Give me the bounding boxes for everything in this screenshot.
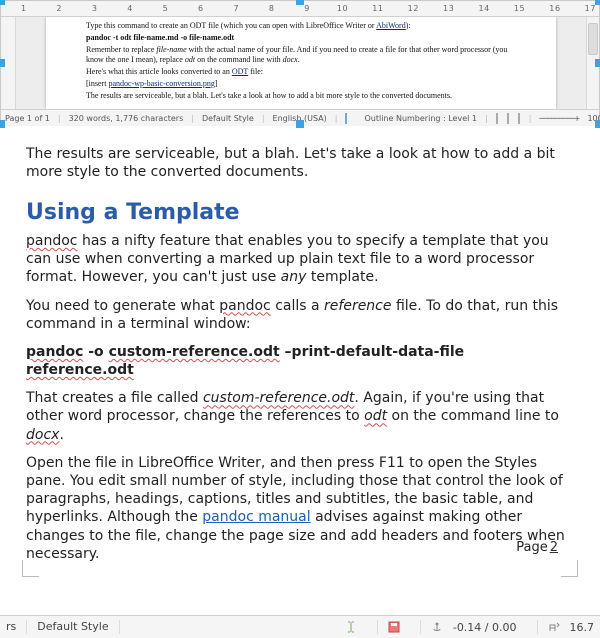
save-status-icon[interactable] [388,621,400,633]
embedded-page: Type this command to create an ODT file … [46,17,556,109]
text-cursor-icon[interactable] [345,621,357,633]
embedded-outline: Outline Numbering : Level 1 [364,114,477,123]
statusbar-style[interactable]: Default Style [37,620,119,634]
resize-handle[interactable] [595,120,600,128]
embedded-word-count: 320 words, 1,776 characters [69,114,184,123]
embedded-doc-area: Type this command to create an ODT file … [16,17,586,109]
resize-handle[interactable] [0,59,5,67]
paragraph[interactable]: Open the file in LibreOffice Writer, and… [26,454,574,563]
embedded-view-single-icon [496,113,498,124]
page-corner-mark [22,560,39,577]
statusbar-fragment: rs [6,620,27,634]
anchor-icon [431,621,443,633]
paragraph[interactable]: pandoc has a nifty feature that enables … [26,232,574,287]
paragraph[interactable]: You need to generate what pandoc calls a… [26,297,574,333]
heading-using-template[interactable]: Using a Template [26,199,574,228]
resize-handle[interactable] [595,59,600,67]
page-number: Page2 [516,540,558,555]
resize-handle[interactable] [0,0,5,5]
resize-handle[interactable] [296,0,304,5]
embedded-view-book-icon [518,113,520,124]
pandoc-manual-link[interactable]: pandoc manual [202,509,310,525]
paragraph[interactable]: The results are serviceable, but a blah.… [26,145,574,181]
embedded-style: Default Style [202,114,254,123]
statusbar: rs Default Style -0.14 / 0.00 16.7 [0,615,600,638]
command-line[interactable]: pandoc -o custom-reference.odt –print-de… [26,343,574,379]
document-body[interactable]: The results are serviceable, but a blah.… [0,125,600,563]
resize-handle[interactable] [595,0,600,5]
embedded-screenshot[interactable]: 1234567891011121314151617 Type this comm… [0,0,600,125]
size-icon [548,621,560,633]
statusbar-size: 16.7 [570,621,595,634]
embedded-overwrite-icon [345,113,347,124]
statusbar-coords: -0.14 / 0.00 [453,621,517,634]
paragraph[interactable]: That creates a file called custom-refere… [26,389,574,444]
resize-handle[interactable] [0,120,5,128]
embedded-view-multi-icon [507,113,509,124]
embedded-page-count: Page 1 of 1 [5,114,50,123]
resize-handle[interactable] [296,120,304,128]
page-corner-mark [561,560,578,577]
